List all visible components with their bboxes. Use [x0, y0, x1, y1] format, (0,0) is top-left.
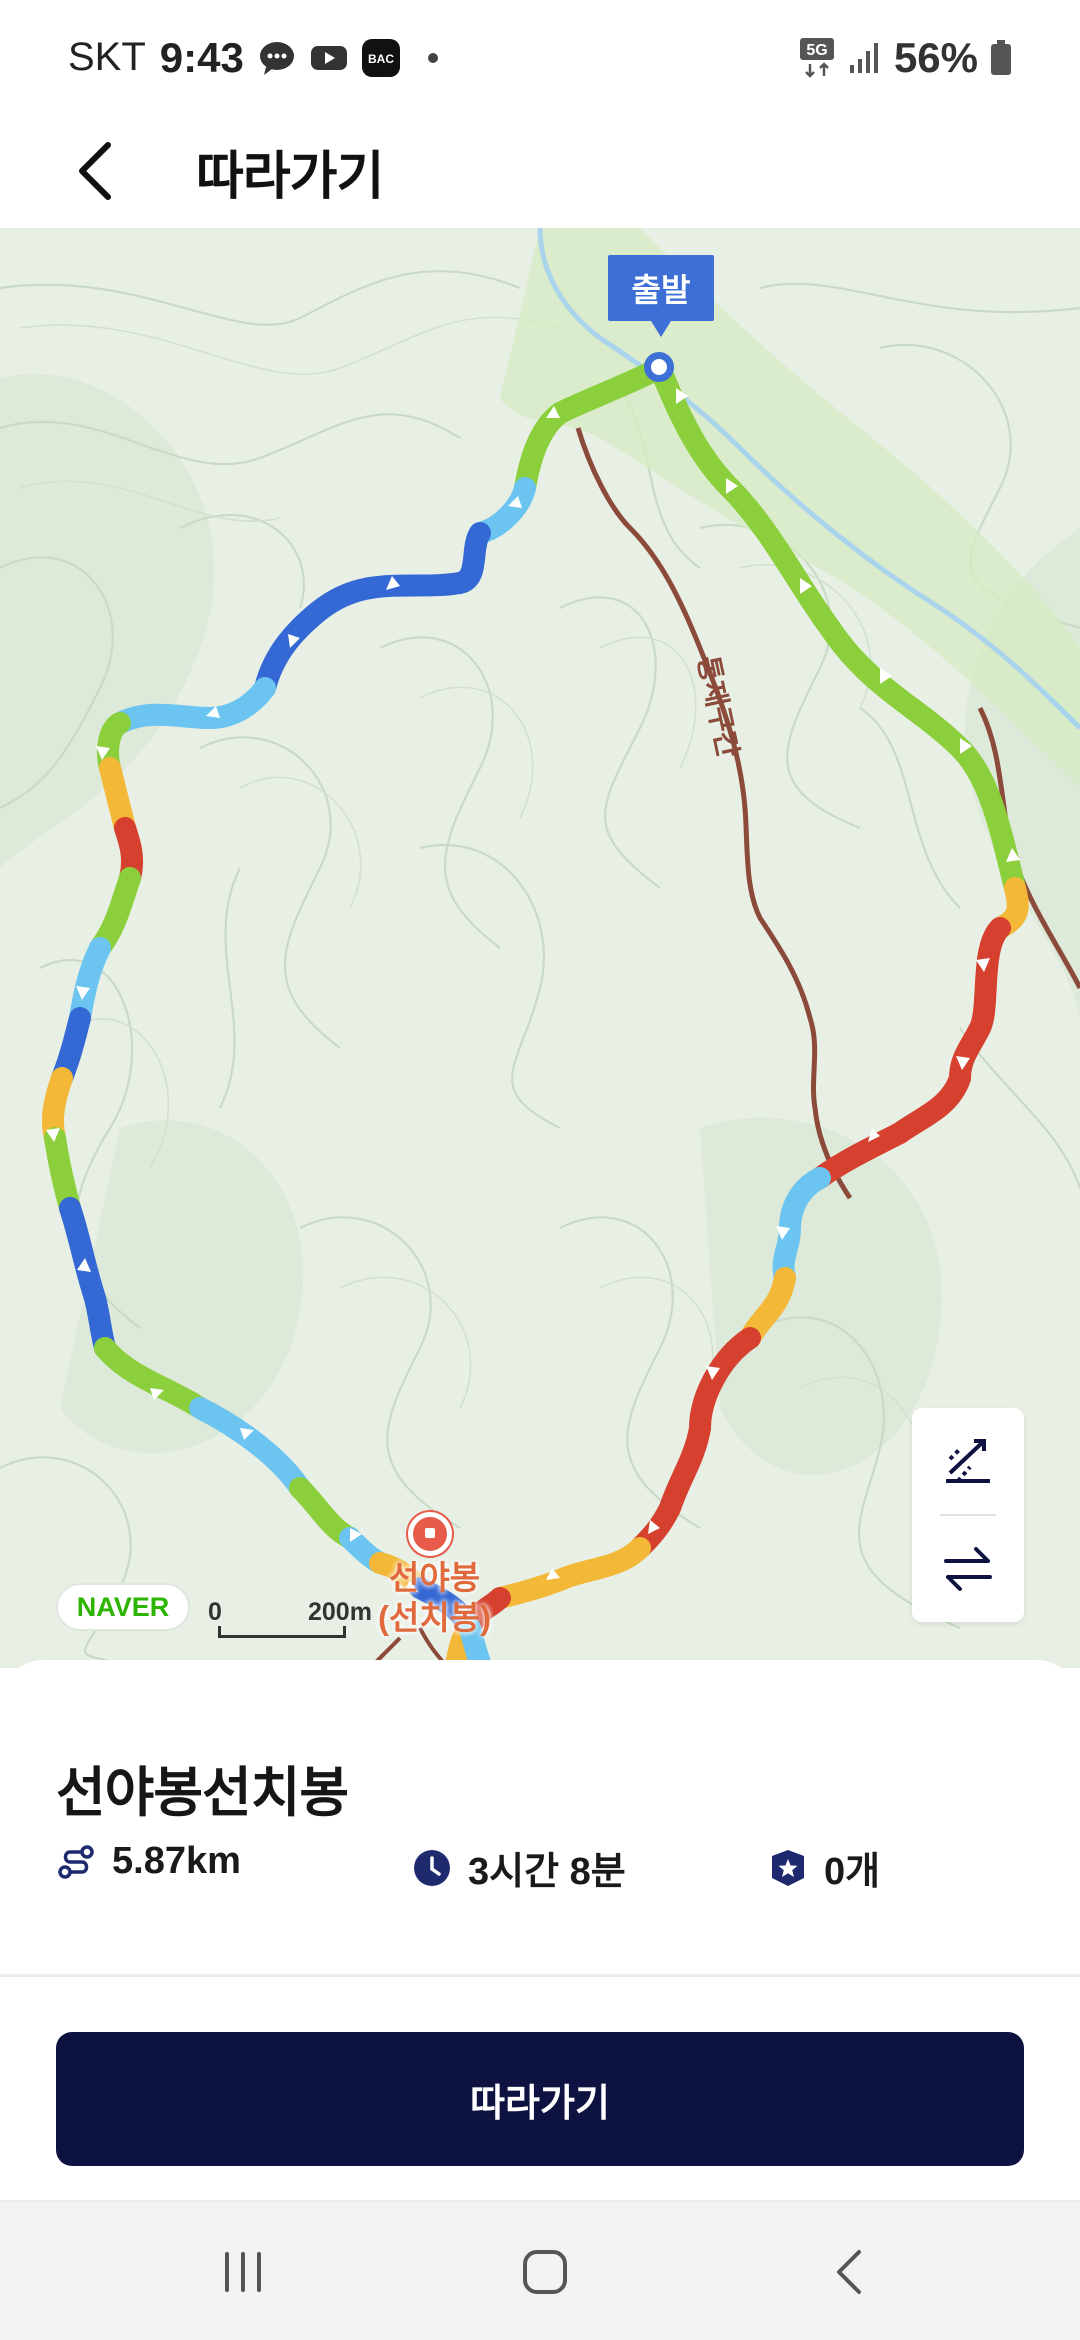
carrier-name: SKT — [68, 35, 146, 79]
reverse-route-button[interactable] — [912, 1516, 1024, 1622]
sheet-divider — [0, 1974, 1080, 1977]
route-info-sheet: 선야봉선치봉 5.87km 3시간 8분 0개 따라가기 — [0, 1660, 1080, 2200]
battery-percent: 56% — [893, 33, 978, 81]
route-name: 선야봉선치봉 — [56, 1763, 349, 1823]
svg-text:BAC: BAC — [368, 52, 394, 66]
peak-marker[interactable] — [408, 1512, 452, 1556]
scale-start-label: 0 — [208, 1598, 222, 1626]
svg-text:5G: 5G — [806, 42, 827, 59]
home-icon — [523, 2250, 567, 2294]
back-button[interactable] — [56, 131, 136, 211]
signal-icon — [849, 42, 878, 73]
checkpoint-count-stat: 0개 — [768, 1840, 880, 1895]
battery-icon — [991, 39, 1011, 75]
peak-name-alias: (선치봉) — [378, 1599, 492, 1636]
checkpoint-count-value: 0개 — [824, 1851, 881, 1893]
system-nav-bar — [0, 2200, 1080, 2340]
clock-icon — [414, 1849, 450, 1886]
back-icon — [837, 2250, 861, 2294]
elevation-toggle-button[interactable] — [912, 1408, 1024, 1514]
naver-logo: NAVER — [56, 1583, 190, 1631]
reverse-route-icon — [944, 1547, 992, 1591]
app-header: 따라가기 — [0, 115, 1080, 227]
more-notifications-dot-icon — [427, 52, 438, 63]
distance-stat: 5.87km — [56, 1840, 241, 1883]
home-button[interactable] — [500, 2232, 590, 2312]
map-scale-bar — [218, 1626, 346, 1638]
status-time: 9:43 — [159, 33, 244, 81]
peak-name-primary: 선야봉 — [388, 1559, 481, 1596]
bac-app-icon: BAC — [361, 38, 400, 77]
elevation-toggle-icon — [946, 1439, 990, 1483]
network-5g-icon: 5G — [799, 37, 834, 78]
follow-route-button[interactable]: 따라가기 — [56, 2032, 1024, 2166]
status-left: SKT 9:43 BAC — [68, 34, 452, 82]
scale-end-label: 200m — [308, 1598, 372, 1626]
status-right: 5G 56% — [799, 33, 1012, 82]
recent-apps-button[interactable] — [198, 2232, 288, 2312]
peak-name[interactable]: 선야봉 (선치봉) — [378, 1558, 491, 1638]
start-label[interactable]: 출발 — [608, 255, 714, 337]
chevron-left-icon — [79, 142, 111, 200]
map-controls — [912, 1408, 1024, 1622]
recent-apps-icon — [225, 2252, 261, 2292]
start-point-marker[interactable] — [644, 352, 674, 382]
chat-bubble-icon — [259, 41, 294, 75]
nav-back-button[interactable] — [804, 2232, 894, 2312]
distance-value: 5.87km — [112, 1840, 241, 1882]
page-title: 따라가기 — [196, 147, 384, 206]
route-distance-icon — [58, 1844, 94, 1879]
duration-value: 3시간 8분 — [468, 1851, 626, 1893]
route-stats: 5.87km 3시간 8분 0개 — [56, 1840, 1036, 1900]
youtube-icon — [310, 45, 347, 70]
route-map[interactable]: 통제구간 출발 선야봉 (선치봉) NAVER 0 200m — [0, 228, 1080, 1668]
status-bar: SKT 9:43 BAC 5G 56% — [0, 0, 1080, 115]
star-badge-icon — [772, 1849, 804, 1886]
duration-stat: 3시간 8분 — [412, 1840, 626, 1895]
